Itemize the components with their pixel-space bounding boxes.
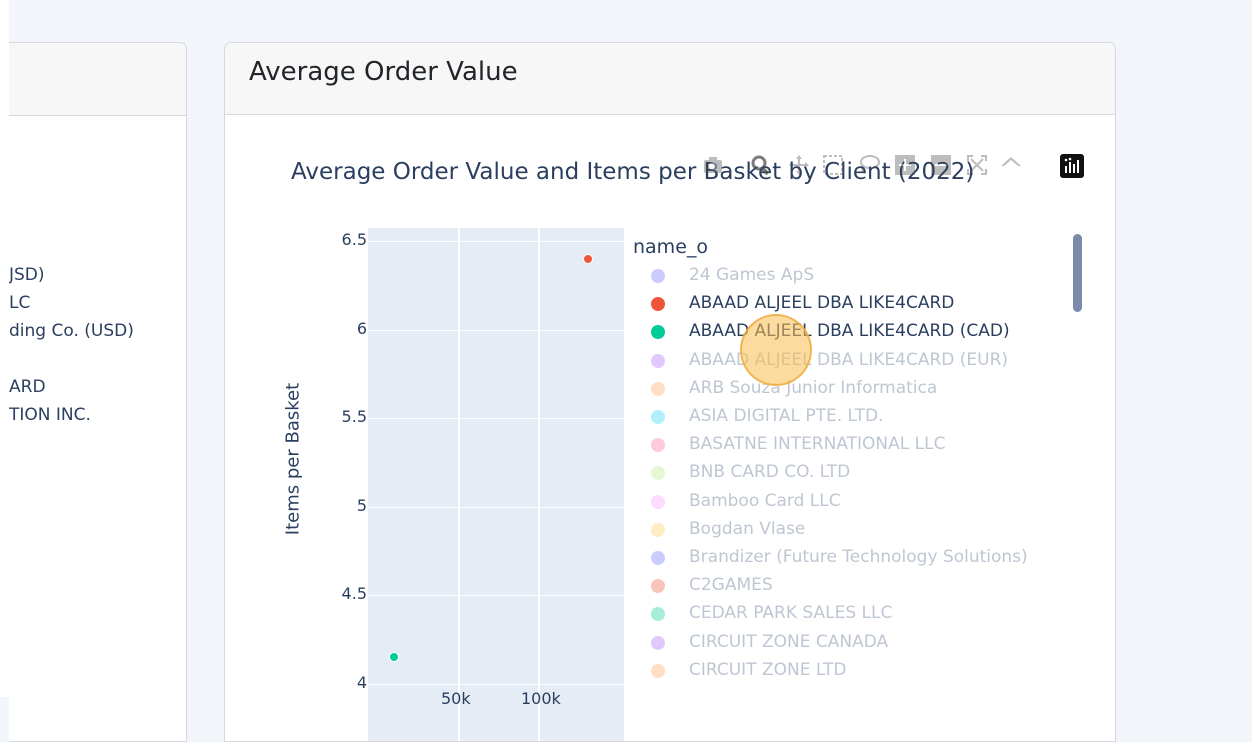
plotly-logo-icon[interactable] [1060, 154, 1084, 178]
legend-label: Bogdan Vlase [689, 518, 806, 539]
legend-label: BNB CARD CO. LTD [689, 462, 851, 483]
scatter-point[interactable] [582, 253, 593, 264]
legend-label: ABAAD ALJEEL DBA LIKE4CARD [689, 293, 955, 314]
legend-marker [651, 466, 665, 481]
plot-area[interactable] [368, 228, 624, 741]
camera-icon[interactable] [701, 153, 725, 177]
y-gridline [368, 684, 624, 685]
box-select-icon[interactable] [821, 153, 845, 177]
legend-label: ASIA DIGITAL PTE. LTD. [689, 406, 884, 426]
legend-label: Brandizer (Future Technology Solutions) [689, 547, 1028, 567]
average-order-value-card: Average Order Value Average Order Value … [224, 42, 1116, 742]
legend-marker [651, 494, 665, 509]
left-card-header [9, 43, 186, 116]
lasso-icon[interactable] [857, 153, 881, 177]
legend-label: ARB Souza Junior Informatica [689, 377, 938, 398]
card-title: Average Order Value [225, 43, 1115, 115]
y-gridline [368, 329, 624, 331]
legend-marker [651, 438, 665, 453]
legend-marker [651, 522, 665, 537]
legend-label: BASATNE INTERNATIONAL LLC [689, 434, 946, 455]
y-tick-label: 6.5 [341, 230, 367, 249]
y-tick-label: 4.5 [341, 584, 367, 604]
legend-title: name_o [633, 236, 709, 258]
legend-marker [651, 663, 665, 678]
y-gridline [368, 418, 624, 420]
zoom-icon[interactable] [749, 153, 773, 177]
legend-label: ABAAD ALJEEL DBA LIKE4CARD (EUR) [689, 349, 1009, 370]
legend-scrollbar[interactable] [1073, 234, 1082, 312]
legend-marker [651, 297, 665, 312]
legend-label: ABAAD ALJEEL DBA LIKE4CARD (CAD) [689, 321, 1010, 342]
x-tick-label: 50k [441, 689, 471, 708]
reset-axes-icon[interactable] [999, 153, 1023, 177]
legend-marker [651, 410, 665, 424]
y-gridline [368, 506, 624, 508]
legend-label: CEDAR PARK SALES LLC [689, 603, 893, 624]
autoscale-icon[interactable] [965, 153, 989, 177]
left-card-item[interactable]: TION INC. [9, 405, 91, 425]
legend-label: CIRCUIT ZONE CANADA [689, 631, 889, 652]
x-gridline [458, 228, 460, 741]
legend-marker [651, 551, 665, 565]
legend-label: C2GAMES [689, 575, 773, 596]
y-tick-label: 4 [356, 673, 367, 692]
legend-marker [651, 579, 665, 594]
legend-marker [651, 353, 665, 368]
legend-marker [651, 269, 665, 283]
y-axis-label: Items per Basket [282, 382, 304, 536]
x-gridline [538, 228, 540, 741]
scatter-point[interactable] [389, 652, 399, 663]
legend-marker [651, 381, 665, 396]
legend-marker [651, 607, 665, 622]
legend-label: CIRCUIT ZONE LTD [689, 659, 847, 680]
left-card: JSD) LC ding Co. (USD) ARD TION INC. [9, 42, 187, 742]
y-gridline [368, 595, 624, 597]
pan-icon[interactable] [787, 153, 811, 177]
zoom-out-icon[interactable] [929, 153, 953, 177]
zoom-in-icon[interactable] [893, 153, 917, 177]
legend-marker [651, 635, 665, 650]
y-tick-label: 5.5 [341, 407, 367, 427]
legend-label: 24 Games ApS [689, 265, 815, 285]
left-card-item[interactable]: JSD) [9, 265, 45, 285]
page-left-edge [0, 0, 9, 697]
y-gridline [368, 241, 624, 242]
left-card-item[interactable]: ding Co. (USD) [9, 321, 134, 341]
page-top-band [0, 0, 1252, 6]
legend-marker [651, 325, 665, 340]
left-card-item[interactable]: LC [9, 293, 30, 313]
y-tick-label: 6 [356, 318, 367, 338]
cursor-highlight [740, 314, 812, 386]
x-tick-label: 100k [521, 689, 561, 708]
legend-label: Bamboo Card LLC [689, 490, 841, 511]
left-card-item[interactable]: ARD [9, 377, 46, 397]
y-tick-label: 5 [356, 495, 367, 515]
